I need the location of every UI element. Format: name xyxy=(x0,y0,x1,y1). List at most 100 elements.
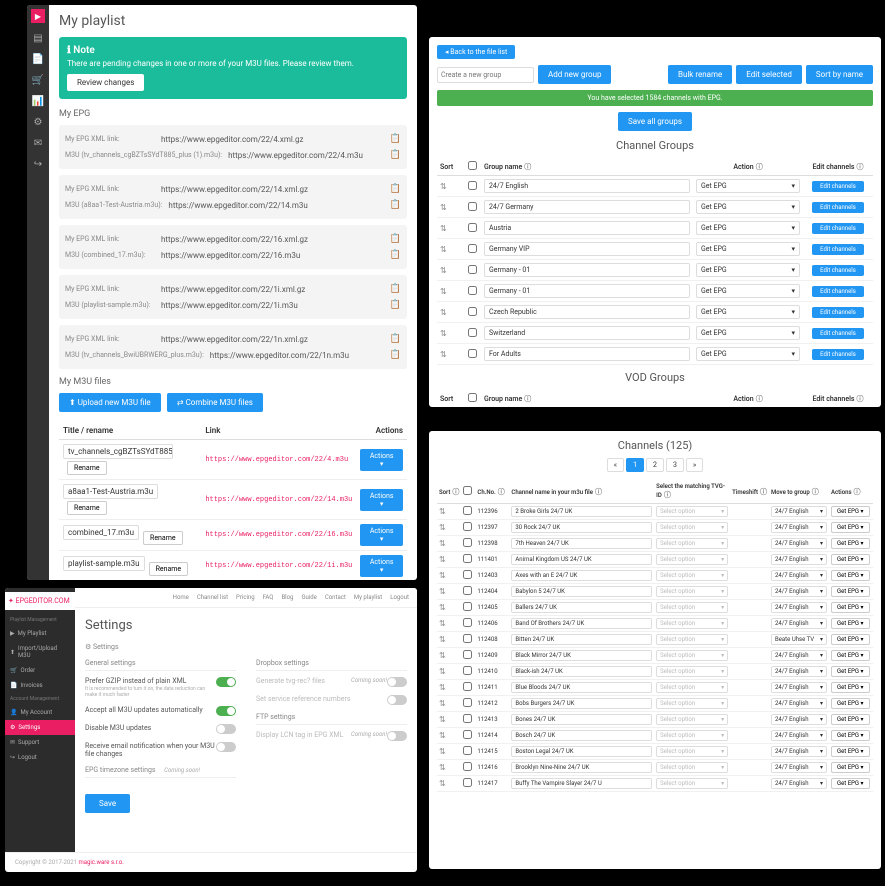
row-checkbox[interactable] xyxy=(468,307,477,316)
copy-icon[interactable]: 📋 xyxy=(390,200,401,210)
sort-handle-icon[interactable]: ⇅ xyxy=(439,571,446,580)
gzip-toggle[interactable] xyxy=(216,677,236,687)
help-icon[interactable]: ⓘ xyxy=(452,488,459,496)
tvg-select[interactable]: Select option▾ xyxy=(656,618,728,629)
upload-m3u-button[interactable]: ⬆ Upload new M3U file xyxy=(59,393,161,412)
row-checkbox[interactable] xyxy=(463,682,472,691)
help-icon[interactable]: ⓘ xyxy=(857,163,864,171)
get-epg-button[interactable]: Get EPG ▾ xyxy=(831,714,870,725)
ref-toggle[interactable] xyxy=(387,695,407,705)
sort-handle-icon[interactable]: ⇅ xyxy=(439,603,446,612)
sort-handle-icon[interactable]: ⇅ xyxy=(439,715,446,724)
tvg-select[interactable]: Select option▾ xyxy=(656,666,728,677)
row-checkbox[interactable] xyxy=(463,570,472,579)
topnav-link[interactable]: Contact xyxy=(325,594,346,601)
row-checkbox[interactable] xyxy=(468,223,477,232)
tvg-select[interactable]: Select option▾ xyxy=(656,730,728,741)
help-icon[interactable]: ⓘ xyxy=(760,488,767,496)
gen-toggle[interactable] xyxy=(387,677,407,687)
save-button[interactable]: Save xyxy=(85,794,130,813)
help-icon[interactable]: ⓘ xyxy=(524,395,531,403)
topnav-link[interactable]: Home xyxy=(173,594,189,601)
get-epg-button[interactable]: Get EPG ▾ xyxy=(831,778,870,789)
tvg-select[interactable]: Select option▾ xyxy=(656,538,728,549)
sort-handle-icon[interactable]: ⇅ xyxy=(440,182,447,191)
row-checkbox[interactable] xyxy=(468,286,477,295)
action-select[interactable]: Get EPG▾ xyxy=(696,263,800,277)
row-checkbox[interactable] xyxy=(463,602,472,611)
nav-order[interactable]: 🛒 Order xyxy=(5,663,75,678)
row-checkbox[interactable] xyxy=(463,666,472,675)
tvg-select[interactable]: Select option▾ xyxy=(656,602,728,613)
help-icon[interactable]: ⓘ xyxy=(756,395,763,403)
row-checkbox[interactable] xyxy=(468,265,477,274)
row-checkbox[interactable] xyxy=(463,650,472,659)
sort-handle-icon[interactable]: ⇅ xyxy=(440,203,447,212)
review-changes-button[interactable]: Review changes xyxy=(67,74,144,91)
sort-handle-icon[interactable]: ⇅ xyxy=(439,683,446,692)
row-checkbox[interactable] xyxy=(463,698,472,707)
tvg-select[interactable]: Select option▾ xyxy=(656,714,728,725)
accept-toggle[interactable] xyxy=(216,706,236,716)
select-all-checkbox[interactable] xyxy=(468,393,477,402)
get-epg-button[interactable]: Get EPG ▾ xyxy=(831,554,870,565)
new-group-input[interactable] xyxy=(437,67,534,83)
sort-handle-icon[interactable]: ⇅ xyxy=(439,699,446,708)
edit-channels-button[interactable]: Edit channels xyxy=(812,265,864,276)
group-name-input[interactable]: Austria xyxy=(484,221,690,235)
channel-name-input[interactable]: Black-ish 24/7 UK xyxy=(511,666,652,677)
help-icon[interactable]: ⓘ xyxy=(524,163,531,171)
topnav-link[interactable]: Logout xyxy=(390,594,409,601)
group-select[interactable]: Beate Uhse TV▾ xyxy=(771,634,827,645)
rename-button[interactable]: Rename xyxy=(149,562,189,576)
topnav-link[interactable]: My playlist xyxy=(354,594,382,601)
help-icon[interactable]: ⓘ xyxy=(812,488,819,496)
footer-link[interactable]: magic.ware s.r.o. xyxy=(78,859,123,866)
sort-handle-icon[interactable]: ⇅ xyxy=(439,523,446,532)
select-all-checkbox[interactable] xyxy=(468,161,477,170)
get-epg-button[interactable]: Get EPG ▾ xyxy=(831,506,870,517)
tvg-select[interactable]: Select option▾ xyxy=(656,698,728,709)
channel-name-input[interactable]: 2 Broke Girls 24/7 UK xyxy=(511,506,652,517)
sort-handle-icon[interactable]: ⇅ xyxy=(439,731,446,740)
tvg-select[interactable]: Select option▾ xyxy=(656,762,728,773)
action-select[interactable]: Get EPG▾ xyxy=(696,326,800,340)
get-epg-button[interactable]: Get EPG ▾ xyxy=(831,618,870,629)
action-select[interactable]: Get EPG▾ xyxy=(696,347,800,361)
page-button[interactable]: 2 xyxy=(646,458,664,472)
sort-handle-icon[interactable]: ⇅ xyxy=(439,763,446,772)
get-epg-button[interactable]: Get EPG ▾ xyxy=(831,634,870,645)
tvg-select[interactable]: Select option▾ xyxy=(656,506,728,517)
group-select[interactable]: 24/7 English▾ xyxy=(771,554,827,565)
topnav-link[interactable]: Guide xyxy=(301,594,316,601)
get-epg-button[interactable]: Get EPG ▾ xyxy=(831,522,870,533)
channel-name-input[interactable]: Buffy The Vampire Slayer 24/7 U xyxy=(511,778,652,789)
group-select[interactable]: 24/7 English▾ xyxy=(771,538,827,549)
sort-handle-icon[interactable]: ⇅ xyxy=(440,266,447,275)
sort-handle-icon[interactable]: ⇅ xyxy=(440,329,447,338)
nav-icon[interactable]: 🛒 xyxy=(32,75,44,86)
sort-handle-icon[interactable]: ⇅ xyxy=(439,539,446,548)
sort-handle-icon[interactable]: ⇅ xyxy=(440,308,447,317)
nav-support[interactable]: ✉ Support xyxy=(5,735,75,750)
edit-channels-button[interactable]: Edit channels xyxy=(812,286,864,297)
row-checkbox[interactable] xyxy=(468,181,477,190)
nav-settings[interactable]: ⚙ Settings xyxy=(5,720,75,735)
copy-icon[interactable]: 📋 xyxy=(390,184,401,194)
group-name-input[interactable]: Germany - 01 xyxy=(484,263,690,277)
group-select[interactable]: 24/7 English▾ xyxy=(771,682,827,693)
group-name-input[interactable]: Switzerland xyxy=(484,326,690,340)
group-name-input[interactable]: For Adults xyxy=(484,347,690,361)
channel-name-input[interactable]: Ballers 24/7 UK xyxy=(511,602,652,613)
actions-button[interactable]: Actions ▾ xyxy=(360,524,403,546)
group-select[interactable]: 24/7 English▾ xyxy=(771,746,827,757)
edit-channels-button[interactable]: Edit channels xyxy=(812,328,864,339)
get-epg-button[interactable]: Get EPG ▾ xyxy=(831,602,870,613)
tvg-select[interactable]: Select option▾ xyxy=(656,746,728,757)
channel-name-input[interactable]: Axes with an E 24/7 UK xyxy=(511,570,652,581)
row-checkbox[interactable] xyxy=(468,328,477,337)
get-epg-button[interactable]: Get EPG ▾ xyxy=(831,746,870,757)
group-select[interactable]: 24/7 English▾ xyxy=(771,506,827,517)
group-select[interactable]: 24/7 English▾ xyxy=(771,714,827,725)
channel-name-input[interactable]: Brooklyn Nine-Nine 24/7 UK xyxy=(511,762,652,773)
